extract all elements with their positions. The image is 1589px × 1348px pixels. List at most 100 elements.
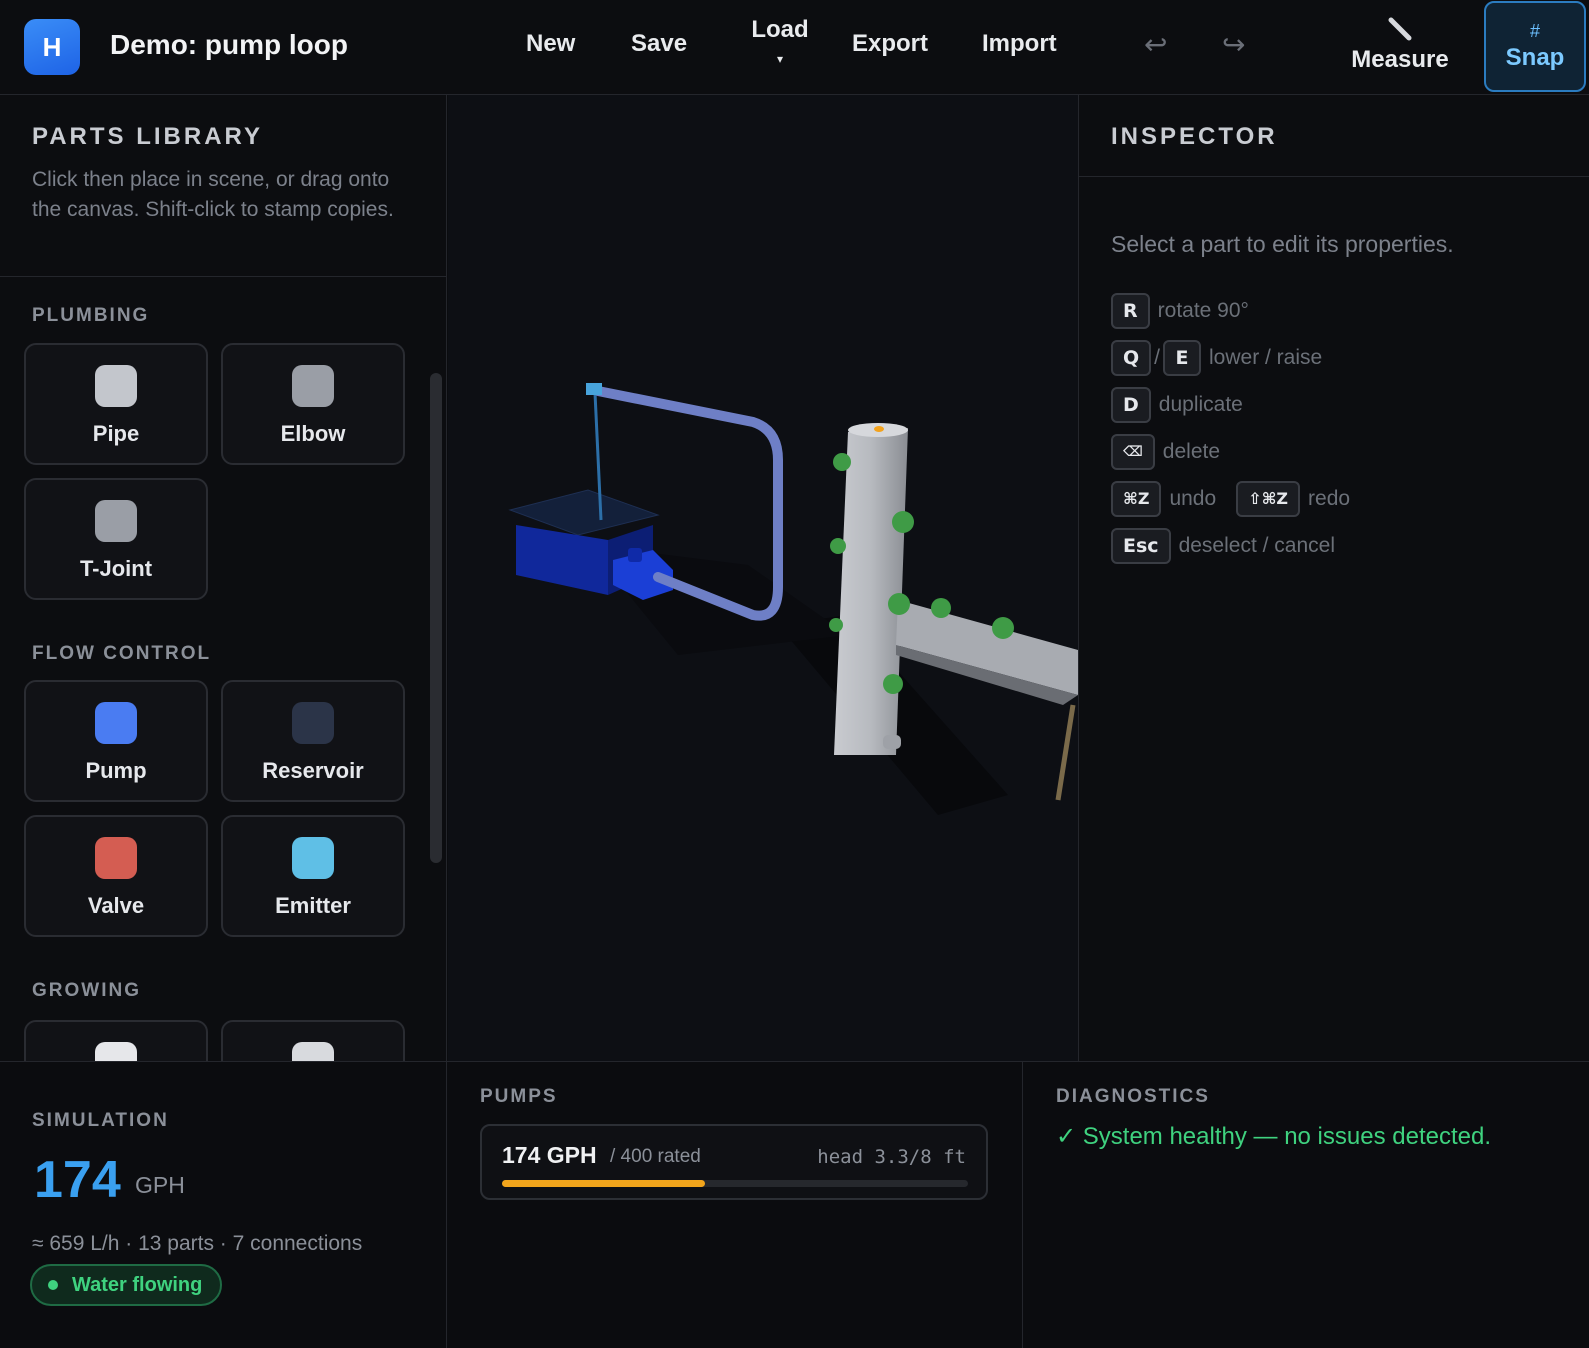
load-button[interactable]: Load ▾: [740, 16, 820, 66]
parts-library-header: PARTS LIBRARY Click then place in scene,…: [0, 95, 446, 277]
library-scrollbar[interactable]: [430, 373, 442, 863]
top-toolbar: H Demo: pump loop New Save Load ▾ Export…: [0, 0, 1589, 95]
diagnostics-title: DIAGNOSTICS: [1056, 1086, 1210, 1107]
pump-load-fill: [502, 1180, 705, 1187]
grid-icon: #: [1529, 21, 1540, 41]
status-label: Water flowing: [72, 1273, 203, 1296]
inspector-hint: Select a part to edit its properties.: [1111, 231, 1454, 257]
scene-canvas[interactable]: [448, 95, 1078, 1061]
plant-site: [829, 618, 843, 632]
shortcut-rotate: R rotate 90°: [1111, 293, 1249, 329]
section-flow-control: FLOW CONTROL: [32, 643, 212, 664]
part-label: T-Joint: [79, 556, 153, 581]
reservoir-swatch-icon: [292, 702, 334, 744]
inspector-header: INSPECTOR: [1079, 95, 1589, 177]
part-label: Reservoir: [262, 758, 364, 783]
key-shift-cmd-z: ⇧⌘Z: [1236, 481, 1301, 517]
part-elbow[interactable]: Elbow: [221, 343, 405, 465]
status-dot-icon: [48, 1280, 58, 1290]
undo-icon[interactable]: ↩: [1144, 28, 1167, 61]
shortcut-action: lower / raise: [1209, 346, 1323, 369]
status-badge: Water flowing: [30, 1264, 223, 1306]
valve-swatch-icon: [95, 837, 137, 879]
channel-support: [1055, 704, 1076, 801]
part-label: Pipe: [92, 421, 140, 446]
status-panels: SIMULATION 174 GPH ≈ 659 L/h · 13 parts …: [0, 1061, 1589, 1348]
growing-swatch-icon: [292, 1042, 334, 1061]
part-growing-2[interactable]: [221, 1020, 405, 1061]
new-button[interactable]: New: [526, 30, 575, 58]
inspector-title: INSPECTOR: [1111, 123, 1278, 150]
pump-head: head 3.3/8 ft: [817, 1146, 966, 1168]
shortcut-lower-raise: Q / E lower / raise: [1111, 340, 1322, 376]
shortcut-undo-redo: ⌘Z undo ⇧⌘Z redo: [1111, 481, 1350, 517]
flow-rate-unit: GPH: [135, 1172, 185, 1198]
pipe-swatch-icon: [95, 365, 137, 407]
save-button[interactable]: Save: [631, 30, 687, 58]
section-growing: GROWING: [32, 980, 141, 1001]
scene-render: [508, 383, 1078, 815]
part-t-joint[interactable]: T-Joint: [24, 478, 208, 600]
part-pipe[interactable]: Pipe: [24, 343, 208, 465]
shortcut-delete: ⌫ delete: [1111, 434, 1220, 470]
reservoir-body: [516, 525, 608, 595]
chevron-down-icon: ▾: [776, 52, 784, 66]
pump-port: [628, 548, 642, 562]
key-d: D: [1111, 387, 1151, 423]
pump-flow: 174 GPH: [502, 1142, 597, 1168]
tower-outlet: [883, 735, 901, 749]
diagnostics-panel: DIAGNOSTICS ✓ System healthy — no issues…: [1024, 1062, 1589, 1348]
plant-site: [892, 511, 914, 533]
import-button[interactable]: Import: [982, 30, 1057, 58]
key-cmd-z: ⌘Z: [1111, 481, 1162, 517]
flow-rate-value: 174: [34, 1151, 121, 1209]
t-joint-swatch-icon: [95, 500, 137, 542]
grow-tower: [834, 428, 908, 755]
redo-icon[interactable]: ↪: [1222, 28, 1245, 61]
plant-site: [888, 593, 910, 615]
diagnostics-message: ✓ System healthy — no issues detected.: [1056, 1123, 1491, 1150]
plant-site: [833, 453, 851, 471]
snap-toggle[interactable]: # Snap: [1484, 1, 1586, 92]
ruler-icon: [1350, 16, 1450, 44]
simulation-summary: ≈ 659 L/h · 13 parts · 7 connections: [32, 1232, 363, 1255]
pumps-panel: PUMPS 174 GPH / 400 rated head 3.3/8 ft: [448, 1062, 1023, 1348]
part-growing-1[interactable]: [24, 1020, 208, 1061]
growing-swatch-icon: [95, 1042, 137, 1061]
plant-site: [883, 674, 903, 694]
shortcut-action: rotate 90°: [1157, 299, 1249, 322]
inspector-panel: INSPECTOR Select a part to edit its prop…: [1078, 95, 1589, 1061]
part-valve[interactable]: Valve: [24, 815, 208, 937]
simulation-title: SIMULATION: [32, 1110, 169, 1131]
key-e: E: [1163, 340, 1201, 376]
elbow-swatch-icon: [292, 365, 334, 407]
part-emitter[interactable]: Emitter: [221, 815, 405, 937]
grow-tower-inlet: [874, 426, 884, 432]
key-r: R: [1111, 293, 1150, 329]
pipe-end-cap: [586, 383, 602, 395]
key-separator: /: [1154, 346, 1160, 369]
load-label: Load: [751, 16, 809, 43]
pumps-title: PUMPS: [480, 1086, 558, 1107]
emitter-swatch-icon: [292, 837, 334, 879]
project-title[interactable]: Demo: pump loop: [110, 29, 348, 61]
pump-rated: / 400 rated: [610, 1146, 701, 1167]
pump-card[interactable]: 174 GPH / 400 rated head 3.3/8 ft: [480, 1124, 988, 1200]
pump-swatch-icon: [95, 702, 137, 744]
plant-site: [992, 617, 1014, 639]
section-plumbing: PLUMBING: [32, 305, 150, 326]
part-label: Valve: [87, 893, 145, 918]
measure-button[interactable]: Measure: [1350, 16, 1450, 74]
export-button[interactable]: Export: [852, 30, 928, 58]
shortcut-action: duplicate: [1158, 393, 1243, 416]
shortcut-action: redo: [1308, 487, 1351, 510]
pump-load-bar: [502, 1180, 968, 1187]
snap-label: Snap: [1505, 44, 1565, 71]
part-reservoir[interactable]: Reservoir: [221, 680, 405, 802]
plant-site: [830, 538, 846, 554]
part-label: Pump: [85, 758, 147, 783]
shortcut-action: delete: [1162, 440, 1221, 463]
shortcut-action: undo: [1169, 487, 1217, 510]
measure-label: Measure: [1351, 46, 1449, 73]
part-pump[interactable]: Pump: [24, 680, 208, 802]
